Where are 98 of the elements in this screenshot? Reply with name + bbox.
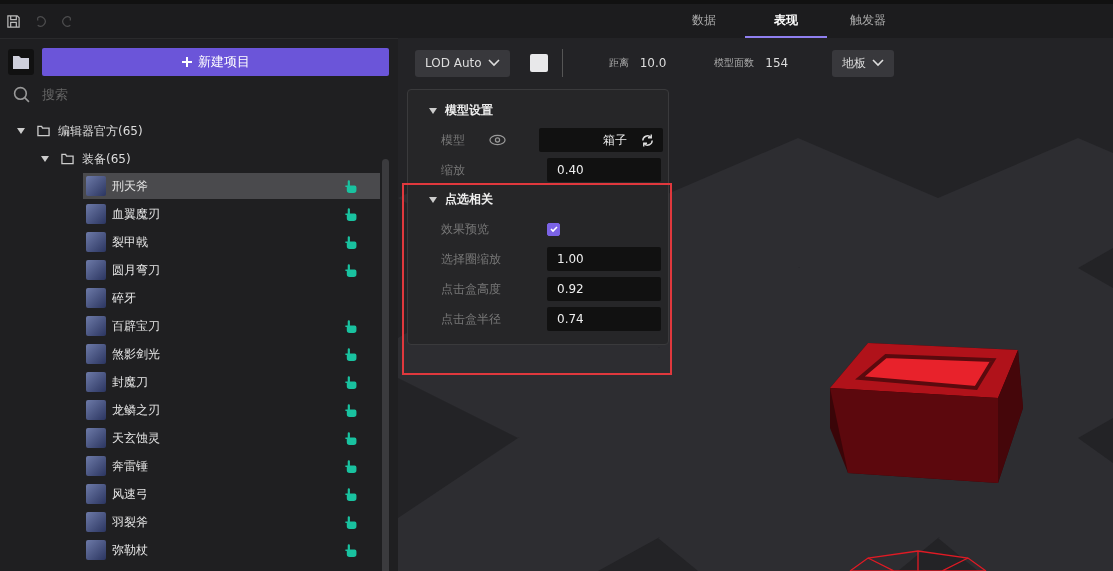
face-count-value: 154 bbox=[765, 56, 789, 70]
thumbs-up-icon[interactable] bbox=[344, 235, 357, 249]
item-row[interactable]: 龙鳞之刃 bbox=[83, 397, 380, 423]
scrollbar[interactable] bbox=[382, 159, 389, 571]
field-label: 模型 bbox=[441, 131, 465, 149]
thumbs-up-icon[interactable] bbox=[344, 263, 357, 277]
item-name: 煞影剑光 bbox=[112, 345, 161, 363]
item-name: 弥勒杖 bbox=[112, 541, 149, 559]
item-thumbnail bbox=[86, 288, 106, 308]
tab[interactable]: 触发器 bbox=[826, 4, 909, 38]
field-label: 点击盒半径 bbox=[441, 310, 502, 328]
item-thumbnail bbox=[86, 428, 106, 448]
item-name: 裂甲戟 bbox=[112, 233, 149, 251]
floor-dropdown[interactable]: 地板 bbox=[832, 49, 895, 77]
thumbs-up-icon[interactable] bbox=[344, 319, 357, 333]
number-field[interactable]: 0.92 bbox=[547, 277, 661, 301]
number-field[interactable]: 1.00 bbox=[547, 247, 661, 271]
model-field[interactable]: 箱子 bbox=[539, 128, 663, 152]
thumbs-up-icon[interactable] bbox=[344, 543, 357, 557]
folder-icon bbox=[37, 125, 50, 137]
item-name: 百辟宝刀 bbox=[112, 317, 161, 335]
item-row[interactable]: 羽裂斧 bbox=[83, 509, 380, 535]
item-name: 碎牙 bbox=[112, 289, 137, 307]
item-name: 圆月弯刀 bbox=[112, 261, 161, 279]
number-field[interactable]: 0.40 bbox=[547, 158, 661, 182]
item-thumbnail bbox=[86, 176, 106, 196]
folder-icon bbox=[13, 55, 29, 69]
item-thumbnail bbox=[86, 204, 106, 224]
item-thumbnail bbox=[86, 484, 106, 504]
thumbs-up-icon[interactable] bbox=[344, 375, 357, 389]
tab[interactable]: 数据 bbox=[662, 4, 745, 38]
item-row[interactable]: 百辟宝刀 bbox=[83, 313, 380, 339]
search-field[interactable]: 搜索 bbox=[40, 86, 244, 103]
thumbs-up-icon[interactable] bbox=[344, 515, 357, 529]
eye-icon[interactable] bbox=[489, 134, 506, 146]
thumbs-up-icon[interactable] bbox=[344, 207, 357, 221]
item-name: 龙鳞之刃 bbox=[112, 401, 161, 419]
thumbs-up-icon[interactable] bbox=[344, 459, 357, 473]
checkbox[interactable] bbox=[547, 222, 560, 236]
item-row[interactable]: 碎牙 bbox=[83, 285, 380, 311]
item-name: 天玄蚀灵 bbox=[112, 429, 161, 447]
item-row[interactable]: 天玄蚀灵 bbox=[83, 425, 380, 451]
thumbs-up-icon[interactable] bbox=[344, 347, 357, 361]
item-row[interactable]: 封魔刀 bbox=[83, 369, 380, 395]
field-label: 选择圈缩放 bbox=[441, 250, 502, 268]
caret-icon[interactable] bbox=[429, 196, 437, 203]
item-row[interactable]: 风速弓 bbox=[83, 481, 380, 507]
thumbs-up-icon[interactable] bbox=[344, 431, 357, 445]
item-thumbnail bbox=[86, 372, 106, 392]
field-label: 效果预览 bbox=[441, 220, 490, 238]
folder-button[interactable] bbox=[8, 49, 34, 75]
item-thumbnail bbox=[86, 316, 106, 336]
item-thumbnail bbox=[86, 400, 106, 420]
thumbs-up-icon[interactable] bbox=[344, 403, 357, 417]
item-thumbnail bbox=[86, 456, 106, 476]
distance-value: 10.0 bbox=[639, 56, 667, 70]
thumbs-up-icon[interactable] bbox=[344, 487, 357, 501]
item-row[interactable]: 煞影剑光 bbox=[83, 341, 380, 367]
item-row[interactable]: 弥勒杖 bbox=[83, 537, 380, 563]
section-title: 点选相关 bbox=[445, 191, 493, 208]
item-row[interactable]: 奔雷锤 bbox=[83, 453, 380, 479]
item-name: 血翼魔刃 bbox=[112, 205, 161, 223]
check-icon bbox=[548, 224, 559, 234]
item-name: 风速弓 bbox=[112, 485, 149, 503]
item-row[interactable]: 裂甲戟 bbox=[83, 229, 380, 255]
item-row[interactable]: 刑天斧 bbox=[83, 173, 380, 199]
tree-item-label[interactable]: 编辑器官方(65) bbox=[58, 122, 143, 140]
item-thumbnail bbox=[86, 232, 106, 252]
new-project-button[interactable]: 新建项目 bbox=[42, 48, 389, 76]
item-thumbnail bbox=[86, 260, 106, 280]
plus-icon bbox=[181, 57, 192, 67]
number-field[interactable]: 0.74 bbox=[547, 307, 661, 331]
face-count-label: 模型面数 bbox=[714, 56, 755, 70]
item-thumbnail bbox=[86, 540, 106, 560]
tree-item-label[interactable]: 装备(65) bbox=[82, 150, 131, 168]
search-icon bbox=[13, 86, 30, 103]
caret-icon[interactable] bbox=[41, 156, 49, 162]
distance-label: 距离 bbox=[608, 56, 629, 70]
item-row[interactable]: 血翼魔刃 bbox=[83, 201, 380, 227]
item-name: 羽裂斧 bbox=[112, 513, 149, 531]
save-icon[interactable] bbox=[6, 13, 21, 29]
item-name: 奔雷锤 bbox=[112, 457, 149, 475]
field-label: 点击盒高度 bbox=[441, 280, 502, 298]
caret-icon[interactable] bbox=[17, 128, 25, 134]
item-row[interactable]: 圆月弯刀 bbox=[83, 257, 380, 283]
item-name: 刑天斧 bbox=[112, 177, 149, 195]
caret-icon[interactable] bbox=[429, 107, 437, 114]
item-thumbnail bbox=[86, 344, 106, 364]
field-label: 缩放 bbox=[441, 161, 466, 179]
chevron-down-icon bbox=[487, 59, 500, 67]
item-name: 封魔刀 bbox=[112, 373, 149, 391]
item-thumbnail bbox=[86, 512, 106, 532]
lod-dropdown[interactable]: LOD Auto bbox=[415, 49, 510, 77]
thumbs-up-icon[interactable] bbox=[344, 179, 357, 193]
refresh-icon[interactable] bbox=[640, 132, 655, 148]
folder-icon bbox=[61, 153, 74, 165]
section-title: 模型设置 bbox=[445, 102, 493, 119]
chevron-down-icon bbox=[872, 59, 885, 67]
